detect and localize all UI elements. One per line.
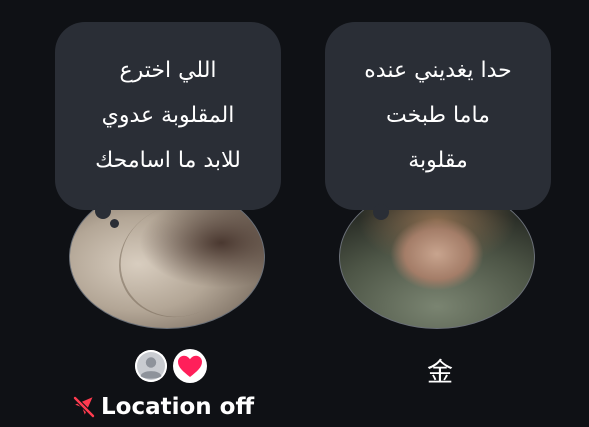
note-bubble-tail-small bbox=[110, 219, 119, 228]
note-bubble-tail bbox=[373, 204, 389, 220]
location-status: Location off bbox=[71, 392, 254, 422]
location-label: Location off bbox=[101, 394, 255, 420]
note-line: مقلوبة bbox=[408, 148, 468, 173]
default-avatar-icon bbox=[135, 350, 167, 382]
heart-icon bbox=[173, 349, 207, 383]
status-icons bbox=[135, 349, 215, 383]
note-line: حدا يغديني عنده bbox=[364, 58, 512, 83]
note-bubble[interactable]: حدا يغديني عنده ماما طبخت مقلوبة bbox=[325, 22, 551, 210]
friend-card-right[interactable]: حدا يغديني عنده ماما طبخت مقلوبة 金 bbox=[325, 0, 555, 427]
friend-name: 金 bbox=[426, 358, 453, 388]
location-off-icon bbox=[72, 395, 96, 419]
note-line: ماما طبخت bbox=[386, 103, 490, 128]
note-line: للابد ما اسامحك bbox=[95, 148, 241, 173]
friend-card-left[interactable]: اللي اخترع المقلوبة عدوي للابد ما اسامحك bbox=[55, 0, 285, 427]
note-bubble[interactable]: اللي اخترع المقلوبة عدوي للابد ما اسامحك bbox=[55, 22, 281, 210]
note-line: المقلوبة عدوي bbox=[101, 103, 235, 128]
note-bubble-tail bbox=[95, 203, 111, 219]
note-line: اللي اخترع bbox=[119, 58, 217, 83]
